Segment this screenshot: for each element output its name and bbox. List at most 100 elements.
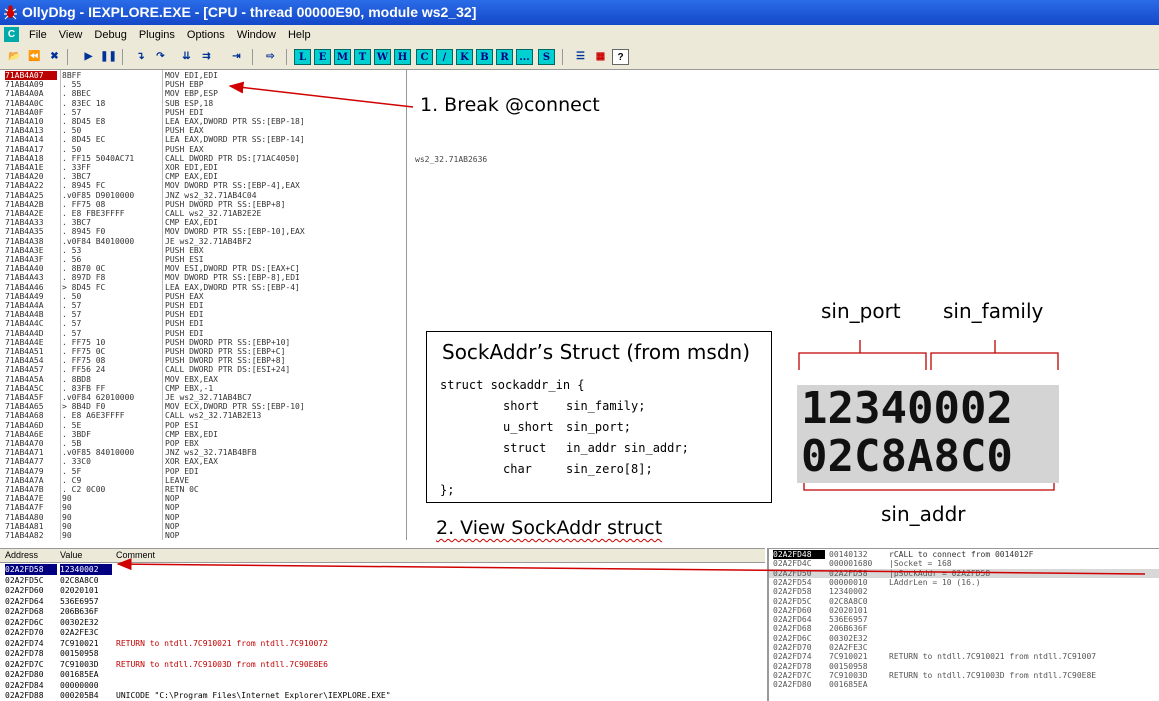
- disasm-mnemonic: PUSH EDI: [165, 328, 204, 338]
- disasm-mnemonic: MOV EBX,EAX: [165, 374, 218, 384]
- cpu-window-icon[interactable]: C: [4, 27, 19, 42]
- value-column-header[interactable]: Value: [60, 549, 82, 562]
- stack-row[interactable]: 02A2FD6C 00302E32: [769, 634, 1159, 643]
- stack-row[interactable]: 02A2FD74 7C910021 RETURN to ntdll.7C910021…: [769, 652, 1159, 661]
- disasm-mnemonic: PUSH EAX: [165, 291, 204, 301]
- disasm-mnemonic: PUSH DWORD PTR SS:[EBP+8]: [165, 356, 286, 366]
- toolbar-separator: [122, 49, 123, 65]
- stack-row[interactable]: 02A2FD50 02A2FD58 |pSockAddr = 02A2FD58: [769, 568, 1159, 578]
- menu-view[interactable]: View: [53, 25, 89, 45]
- goto-icon[interactable]: ⇨: [262, 49, 279, 65]
- break-annotation: 1. Break @connect: [420, 94, 600, 116]
- disasm-mnemonic: JNZ ws2_32.71AB4BFB: [165, 448, 257, 458]
- step-into-icon[interactable]: ↴: [132, 49, 149, 65]
- references-button[interactable]: R: [496, 49, 513, 65]
- disasm-mnemonic: LEA EAX,DWORD PTR SS:[EBP-14]: [165, 135, 305, 145]
- breakpoints-button[interactable]: B: [476, 49, 493, 65]
- execute-till-return-icon[interactable]: ⇥: [228, 49, 245, 65]
- dump-address: 02A2FD80: [5, 670, 44, 679]
- trace-over-icon[interactable]: ⇉: [198, 49, 215, 65]
- disasm-address: 71AB4A4E: [5, 337, 44, 347]
- stack-row[interactable]: 02A2FD78 00150958: [769, 662, 1159, 671]
- stack-row[interactable]: 02A2FD58 12340002: [769, 587, 1159, 596]
- disasm-mnemonic: CMP EAX,EDI: [165, 218, 218, 228]
- disasm-mnemonic: MOV ESI,DWORD PTR DS:[EAX+C]: [165, 264, 300, 274]
- threads-button[interactable]: T: [354, 49, 371, 65]
- stack-row[interactable]: 02A2FD5C 02C8A8C0: [769, 597, 1159, 606]
- stack-row[interactable]: 02A2FD4C 000001680 |Socket = 168: [769, 559, 1159, 568]
- disasm-address: 71AB4A3E: [5, 245, 44, 255]
- restart-icon[interactable]: ⏪: [26, 49, 43, 65]
- dump-address: 02A2FD6C: [5, 617, 44, 627]
- source-button[interactable]: S: [538, 49, 555, 65]
- struct-type: short: [503, 399, 540, 413]
- toolbar-separator: [286, 49, 287, 65]
- menu-debug[interactable]: Debug: [88, 25, 132, 45]
- handles-button[interactable]: H: [394, 49, 411, 65]
- cpu-button[interactable]: C: [416, 49, 433, 65]
- call-stack-button[interactable]: K: [456, 49, 473, 65]
- stack-address: 02A2FD5C: [773, 596, 812, 606]
- menu-plugins[interactable]: Plugins: [133, 25, 181, 45]
- disasm-hex: . 50: [62, 144, 82, 154]
- stack-row[interactable]: 02A2FD70 02A2FE3C: [769, 643, 1159, 652]
- dump-header: Address Value Comment: [0, 549, 765, 563]
- disasm-hex: . 3BC7: [62, 218, 91, 228]
- list-icon[interactable]: ☰: [572, 49, 589, 65]
- modules-button[interactable]: E: [314, 49, 331, 65]
- trace-into-icon[interactable]: ⇊: [178, 49, 195, 65]
- stack-row[interactable]: 02A2FD80 001685EA: [769, 680, 1159, 689]
- address-column-header[interactable]: Address: [5, 549, 38, 562]
- colors-icon[interactable]: ▦: [592, 49, 609, 65]
- stack-pane[interactable]: 02A2FD48 00140132 rCALL to connect from 00…: [767, 548, 1159, 701]
- disasm-mnemonic: PUSH EDI: [165, 319, 204, 329]
- step-over-icon[interactable]: ↷: [152, 49, 169, 65]
- disasm-hex: . 8BEC: [62, 89, 91, 99]
- memory-button[interactable]: M: [334, 49, 351, 65]
- comment-column-header[interactable]: Comment: [116, 549, 155, 562]
- menu-window[interactable]: Window: [231, 25, 282, 45]
- stack-row[interactable]: 02A2FD64 536E6957: [769, 615, 1159, 624]
- dump-value: 7C91003D: [60, 659, 99, 669]
- disasm-address: 71AB4A20: [5, 172, 44, 182]
- patches-button[interactable]: /: [436, 49, 453, 65]
- stack-row[interactable]: 02A2FD7C 7C91003D RETURN to ntdll.7C91003D…: [769, 671, 1159, 680]
- help-icon[interactable]: ?: [612, 49, 629, 65]
- log-window-button[interactable]: L: [294, 49, 311, 65]
- disassembly-pane[interactable]: 71AB4A07 8BFF MOV EDI,EDI 71AB4A09 . 55 PUSH …: [0, 70, 407, 540]
- run-trace-button[interactable]: ...: [516, 49, 533, 65]
- stack-address: 02A2FD48: [773, 550, 825, 559]
- stack-value: 206B636F: [829, 624, 868, 634]
- disasm-hex: . FF75 08: [62, 356, 106, 366]
- menu-options[interactable]: Options: [181, 25, 231, 45]
- disasm-hex: . 57: [62, 107, 82, 117]
- run-icon[interactable]: ▶: [80, 49, 97, 65]
- stack-row[interactable]: 02A2FD48 00140132 rCALL to connect from 00…: [769, 550, 1159, 559]
- disasm-mnemonic: PUSH EDI: [165, 107, 204, 117]
- stack-row[interactable]: 02A2FD60 02020101: [769, 606, 1159, 615]
- open-icon[interactable]: 📂: [6, 49, 23, 65]
- stack-row[interactable]: 02A2FD68 206B636F: [769, 624, 1159, 633]
- struct-type: u_short: [503, 420, 554, 434]
- disasm-hex: . 3BDF: [62, 429, 91, 439]
- dump-address: 02A2FD84: [5, 680, 44, 690]
- disasm-mnemonic: PUSH DWORD PTR SS:[EBP+10]: [165, 337, 291, 347]
- disasm-hex: . 57: [62, 328, 82, 338]
- close-icon[interactable]: ✖: [46, 49, 63, 65]
- disasm-address: 71AB4A33: [5, 218, 44, 228]
- windows-button[interactable]: W: [374, 49, 391, 65]
- dump-address: 02A2FD68: [5, 607, 44, 616]
- disasm-address: 71AB4A09: [5, 80, 44, 90]
- disasm-mnemonic: PUSH EBP: [165, 80, 204, 90]
- menu-help[interactable]: Help: [282, 25, 317, 45]
- disasm-address: 71AB4A51: [5, 347, 44, 356]
- stack-comment: LAddrLen = 10 (16.): [889, 577, 981, 587]
- stack-value: 7C910021: [829, 652, 868, 662]
- stack-row[interactable]: 02A2FD54 00000010 LAddrLen = 10 (16.): [769, 578, 1159, 587]
- stack-address: 02A2FD70: [773, 643, 812, 652]
- pause-icon[interactable]: ❚❚: [100, 49, 117, 65]
- disasm-address: 71AB4A1E: [5, 163, 44, 172]
- dump-pane[interactable]: Address Value Comment 02A2FD58 12340002 02…: [0, 548, 765, 701]
- menu-file[interactable]: File: [23, 25, 53, 45]
- disasm-mnemonic: XOR EAX,EAX: [165, 457, 218, 467]
